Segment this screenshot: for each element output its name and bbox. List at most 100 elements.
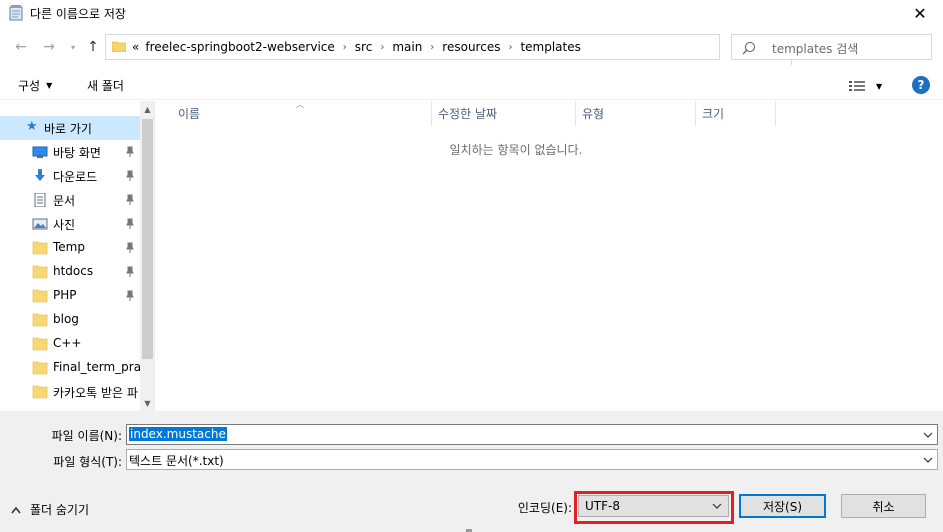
scroll-up-icon[interactable]: ▲ xyxy=(140,101,154,117)
star-icon: ★ xyxy=(26,119,38,134)
chevron-down-icon[interactable] xyxy=(922,429,934,441)
breadcrumb-item[interactable]: main xyxy=(392,40,422,54)
new-folder-button[interactable]: 새 폴더 xyxy=(87,77,124,94)
sidebar-item-label: Final_term_pract xyxy=(53,360,140,374)
sidebar-item-blog[interactable]: blog xyxy=(0,308,140,332)
sidebar-item-label: blog xyxy=(53,312,79,326)
pin-icon[interactable] xyxy=(125,266,135,278)
forward-button[interactable]: → xyxy=(40,38,58,56)
sidebar-item-label: 문서 xyxy=(53,194,76,208)
breadcrumb-item[interactable]: freelec-springboot2-webservice xyxy=(145,40,334,54)
hide-folders-button[interactable]: 폴더 숨기기 xyxy=(10,501,89,518)
pin-icon[interactable] xyxy=(125,194,135,206)
folder-icon xyxy=(32,385,48,399)
save-button[interactable]: 저장(S) xyxy=(739,494,826,518)
sidebar-item-temp[interactable]: Temp xyxy=(0,236,140,260)
help-button[interactable]: ? xyxy=(912,76,930,94)
column-header-date-modified[interactable]: 수정한 날짜 xyxy=(432,101,576,126)
empty-message: 일치하는 항목이 없습니다. xyxy=(449,143,583,157)
sidebar-item-label: 바탕 화면 xyxy=(53,146,101,160)
pin-icon[interactable] xyxy=(125,170,135,182)
close-button[interactable]: ✕ xyxy=(897,0,943,26)
sidebar-item-downloads[interactable]: 다운로드 xyxy=(0,164,140,188)
folder-icon xyxy=(32,337,48,351)
search-input[interactable]: templates 검색 xyxy=(731,34,932,60)
scrollbar-thumb[interactable] xyxy=(142,119,153,359)
chevron-down-icon: ▾ xyxy=(70,42,75,52)
sidebar-item-final-term[interactable]: Final_term_pract xyxy=(0,356,140,380)
sidebar-item-quick-access[interactable]: ★ 바로 가기 xyxy=(0,116,140,140)
folder-icon xyxy=(32,289,48,303)
filename-value: index.mustache xyxy=(129,427,227,441)
cancel-button[interactable]: 취소 xyxy=(841,494,926,518)
sidebar-item-pictures[interactable]: 사진 xyxy=(0,212,140,236)
pin-icon[interactable] xyxy=(125,242,135,254)
encoding-select[interactable]: UTF-8 xyxy=(578,495,729,517)
search-icon xyxy=(742,42,755,55)
chevron-down-icon xyxy=(712,503,722,509)
filetype-label: 파일 형식(T): xyxy=(53,455,122,469)
sidebar-item-label: 카카오톡 받은 파 xyxy=(53,386,138,400)
chevron-right-icon[interactable]: › xyxy=(430,42,434,53)
download-icon xyxy=(35,169,45,181)
chevron-right-icon[interactable]: › xyxy=(508,42,512,53)
navigation-pane: ★ 바로 가기 바탕 화면 다운로드 문서 사진 Temp htdocs PHP xyxy=(0,101,155,411)
folder-icon xyxy=(112,41,126,52)
filename-label: 파일 이름(N): xyxy=(51,429,122,443)
pin-icon[interactable] xyxy=(125,218,135,230)
chevron-up-icon xyxy=(11,506,21,513)
pin-icon[interactable] xyxy=(125,290,135,302)
filetype-select[interactable]: 텍스트 문서(*.txt) xyxy=(126,449,938,470)
command-toolbar: 구성 ▼ 새 폴더 ▼ xyxy=(0,70,943,100)
sidebar-item-label: Temp xyxy=(53,240,85,254)
desktop-icon xyxy=(32,146,48,158)
document-icon xyxy=(34,193,46,207)
pictures-icon xyxy=(32,218,48,230)
pin-icon[interactable] xyxy=(125,146,135,158)
folder-icon xyxy=(32,313,48,327)
chevron-right-icon[interactable]: › xyxy=(343,42,347,53)
address-bar[interactable]: « freelec-springboot2-webservice › src ›… xyxy=(105,34,813,65)
column-header-name[interactable]: 이름 xyxy=(172,101,432,126)
recent-locations-button[interactable]: ▾ xyxy=(64,38,82,56)
scroll-down-icon[interactable]: ▼ xyxy=(140,395,154,411)
chevron-right-icon[interactable]: › xyxy=(380,42,384,53)
arrow-right-icon: → xyxy=(43,39,55,55)
close-icon: ✕ xyxy=(913,3,927,23)
column-header-type[interactable]: 유형 xyxy=(576,101,696,126)
sidebar-item-desktop[interactable]: 바탕 화면 xyxy=(0,140,140,164)
encoding-value: UTF-8 xyxy=(585,499,620,513)
sidebar-item-documents[interactable]: 문서 xyxy=(0,188,140,212)
organize-label: 구성 xyxy=(18,79,41,93)
sidebar-item-kakaotalk[interactable]: 카카오톡 받은 파 xyxy=(0,380,140,404)
folder-icon xyxy=(32,361,48,375)
sidebar-item-label: C++ xyxy=(53,336,82,350)
breadcrumb: « freelec-springboot2-webservice › src ›… xyxy=(132,40,581,54)
sidebar-item-label: 다운로드 xyxy=(53,170,98,184)
breadcrumb-overflow[interactable]: « xyxy=(132,40,139,54)
search-placeholder: templates 검색 xyxy=(772,42,859,56)
sidebar-item-cpp[interactable]: C++ xyxy=(0,332,140,356)
notepad-icon xyxy=(9,5,23,21)
back-button[interactable]: ← xyxy=(12,38,30,56)
navigation-bar: ← → ▾ ↑ « freelec-springboot2-webservice… xyxy=(0,30,943,66)
filename-input[interactable]: index.mustache xyxy=(126,424,938,445)
folder-icon xyxy=(32,241,48,255)
sidebar-item-php[interactable]: PHP xyxy=(0,284,140,308)
up-button[interactable]: ↑ xyxy=(84,38,102,56)
organize-button[interactable]: 구성 ▼ xyxy=(18,77,52,94)
breadcrumb-item[interactable]: resources xyxy=(442,40,500,54)
breadcrumb-item[interactable]: templates xyxy=(520,40,580,54)
column-header-size[interactable]: 크기 xyxy=(696,101,776,126)
file-list: ︿ 이름 수정한 날짜 유형 크기 일치하는 항목이 없습니다. xyxy=(156,100,943,411)
caret-down-icon: ▼ xyxy=(46,81,53,90)
sidebar-item-label: 사진 xyxy=(53,218,76,232)
window-title: 다른 이름으로 저장 xyxy=(30,7,126,21)
breadcrumb-item[interactable]: src xyxy=(355,40,373,54)
sidebar-item-htdocs[interactable]: htdocs xyxy=(0,260,140,284)
view-options-button[interactable]: ▼ xyxy=(848,78,888,94)
save-form: 파일 이름(N): index.mustache 파일 형식(T): 텍스트 문… xyxy=(0,411,943,532)
sidebar-scrollbar[interactable]: ▲ ▼ xyxy=(140,101,154,411)
details-view-icon xyxy=(849,81,865,91)
chevron-down-icon xyxy=(923,457,933,463)
